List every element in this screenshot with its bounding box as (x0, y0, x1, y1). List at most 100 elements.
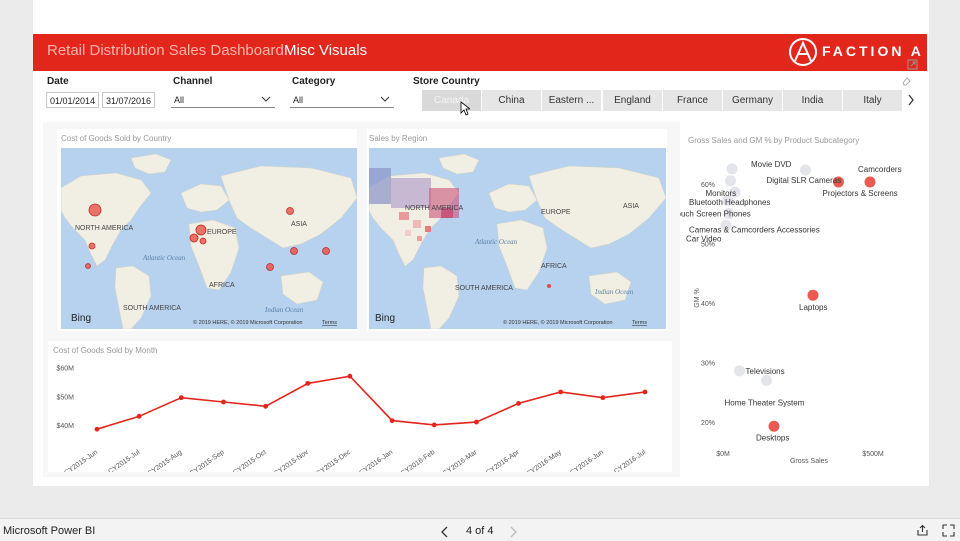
scatter-point-label: Cameras & Camcorders Accessories (689, 226, 820, 235)
map2-sales-by-region[interactable]: NORTH AMERICA EUROPE ASIA Atlantic Ocean… (369, 148, 666, 329)
next-page-icon[interactable] (508, 526, 518, 538)
scatter-point (725, 175, 736, 187)
map1-bubble (286, 207, 294, 215)
date-from-input[interactable]: 01/01/2014 (46, 92, 99, 108)
map1-terms-link[interactable]: Terms (322, 320, 337, 326)
country-button-italy[interactable]: Italy (843, 90, 902, 111)
map1-bubble (322, 247, 330, 255)
store-country-label: Store Country (413, 76, 480, 87)
scatter-point (734, 365, 745, 377)
map1-bing-logo: Bing (71, 313, 91, 324)
data-point (221, 399, 226, 405)
line-chart-title: Cost of Goods Sold by Month (53, 346, 158, 355)
map1-cost-by-country[interactable]: NORTH AMERICA EUROPE ASIA Atlantic Ocean… (61, 148, 357, 329)
date-to-input[interactable]: 31/07/2016 (102, 92, 155, 108)
page-indicator: 4 of 4 (466, 525, 494, 537)
x-tick-label: CY2016-Jan (358, 449, 394, 472)
y-tick-label: 20% (701, 420, 715, 427)
x-tick-label: $0M (716, 451, 730, 458)
scatter-point-label: Projectors & Screens (823, 189, 898, 198)
category-dropdown[interactable]: All (290, 92, 394, 108)
previous-page-icon[interactable] (440, 526, 450, 538)
channel-value: All (174, 95, 185, 105)
x-tick-label: CY2016-Jun (569, 449, 605, 472)
eraser-icon[interactable] (901, 76, 912, 87)
chevron-down-icon (380, 96, 390, 102)
channel-dropdown[interactable]: All (171, 92, 275, 108)
data-point (516, 401, 521, 406)
share-icon[interactable] (916, 524, 929, 537)
country-button-china[interactable]: China (482, 90, 541, 111)
cost-by-month-line-chart[interactable]: $40M $50M $60M CY2015-Jun CY2015-Jul CY2015-A… (48, 355, 672, 472)
map2-label-south-america: SOUTH AMERICA (455, 285, 513, 292)
scatter-point (800, 164, 811, 176)
x-tick-label: CY2016-May (525, 449, 563, 472)
scatter-point (864, 176, 876, 188)
y-tick-label: 60% (701, 182, 715, 189)
country-button-france[interactable]: France (663, 90, 722, 111)
fullscreen-icon[interactable] (942, 524, 955, 537)
page-title: Misc Visuals (284, 42, 368, 59)
map2-label-indian: Indian Ocean (594, 288, 634, 296)
x-tick-label: $500M (862, 451, 884, 458)
map1-bubble (88, 203, 102, 217)
scatter-point-label: Home Theater System (725, 398, 805, 407)
map1-label-africa: AFRICA (209, 282, 235, 289)
y-tick-label: $50M (56, 394, 74, 401)
country-button-germany[interactable]: Germany (723, 90, 782, 111)
scatter-point-label: Digital SLR Cameras (767, 176, 842, 185)
map2-label-atlantic: Atlantic Ocean (474, 238, 518, 246)
mouse-cursor-icon (460, 101, 470, 116)
date-filter-label: Date (47, 76, 69, 87)
data-point (136, 413, 142, 419)
scatter-point-label: Movie DVD (751, 160, 792, 169)
app-name: Microsoft Power BI (3, 525, 96, 537)
chevron-right-icon[interactable] (906, 93, 916, 107)
map1-label-north-america: NORTH AMERICA (75, 225, 134, 232)
x-tick-label: CY2015-Jul (107, 449, 141, 472)
scatter-point-label: Bluetooth Headphones (689, 198, 770, 207)
map1-title: Cost of Goods Sold by Country (61, 134, 172, 143)
scatter-point-label: Desktops (756, 433, 789, 442)
map1-bubble (195, 224, 207, 236)
map2-label-asia: ASIA (623, 203, 639, 210)
scatter-point-label: Touch Screen Phones (680, 209, 751, 218)
x-tick-label: CY2015-Aug (147, 449, 184, 472)
map1-bubble (290, 247, 298, 255)
scatter-point-label: Monitors (706, 189, 737, 198)
y-tick-label: $40M (56, 423, 74, 430)
scatter-point (807, 289, 819, 301)
x-tick-label: CY2016-Apr (485, 449, 521, 472)
x-tick-label: CY2015-Jun (63, 449, 99, 472)
map2-terms-link[interactable]: Terms (632, 320, 647, 326)
data-point (94, 426, 100, 432)
country-button-canada[interactable]: Canada (422, 90, 481, 111)
map1-label-south-america: SOUTH AMERICA (123, 305, 181, 312)
country-button-india[interactable]: India (783, 90, 842, 111)
scatter-point-label: Car Video (686, 234, 722, 243)
map2-title: Sales by Region (369, 134, 428, 143)
map1-label-asia: ASIA (291, 221, 307, 228)
scatter-point-label: Televisions (746, 367, 785, 376)
map1-label-europe: EUROPE (207, 229, 237, 236)
report-title: Retail Distribution Sales Dashboard (47, 42, 284, 59)
map1-bubble (266, 263, 274, 271)
gross-sales-gm-scatter-chart[interactable]: 20%30%40%50%60%$0M $500MGross SalesGM %Mo… (680, 148, 914, 470)
x-tick-label: CY2015-Oct (232, 449, 268, 472)
data-point (558, 389, 564, 395)
x-tick-label: CY2015-Nov (273, 449, 310, 472)
y-axis-title: GM % (694, 288, 701, 307)
map1-bubble (199, 237, 207, 245)
data-point (389, 418, 395, 424)
x-tick-label: CY2016-Feb (400, 449, 437, 472)
map1-bubble (189, 233, 199, 243)
country-button-england[interactable]: England (603, 90, 662, 111)
logo-text: FACTION A (822, 43, 924, 59)
map1-bubble (88, 242, 96, 250)
country-button-eastern[interactable]: Eastern ... (542, 90, 601, 111)
focus-mode-icon[interactable] (907, 59, 918, 70)
map2-label-north-america: NORTH AMERICA (405, 205, 464, 212)
scatter-point (761, 374, 772, 386)
map1-bubble (85, 263, 91, 269)
map1-label-atlantic: Atlantic Ocean (142, 254, 186, 262)
